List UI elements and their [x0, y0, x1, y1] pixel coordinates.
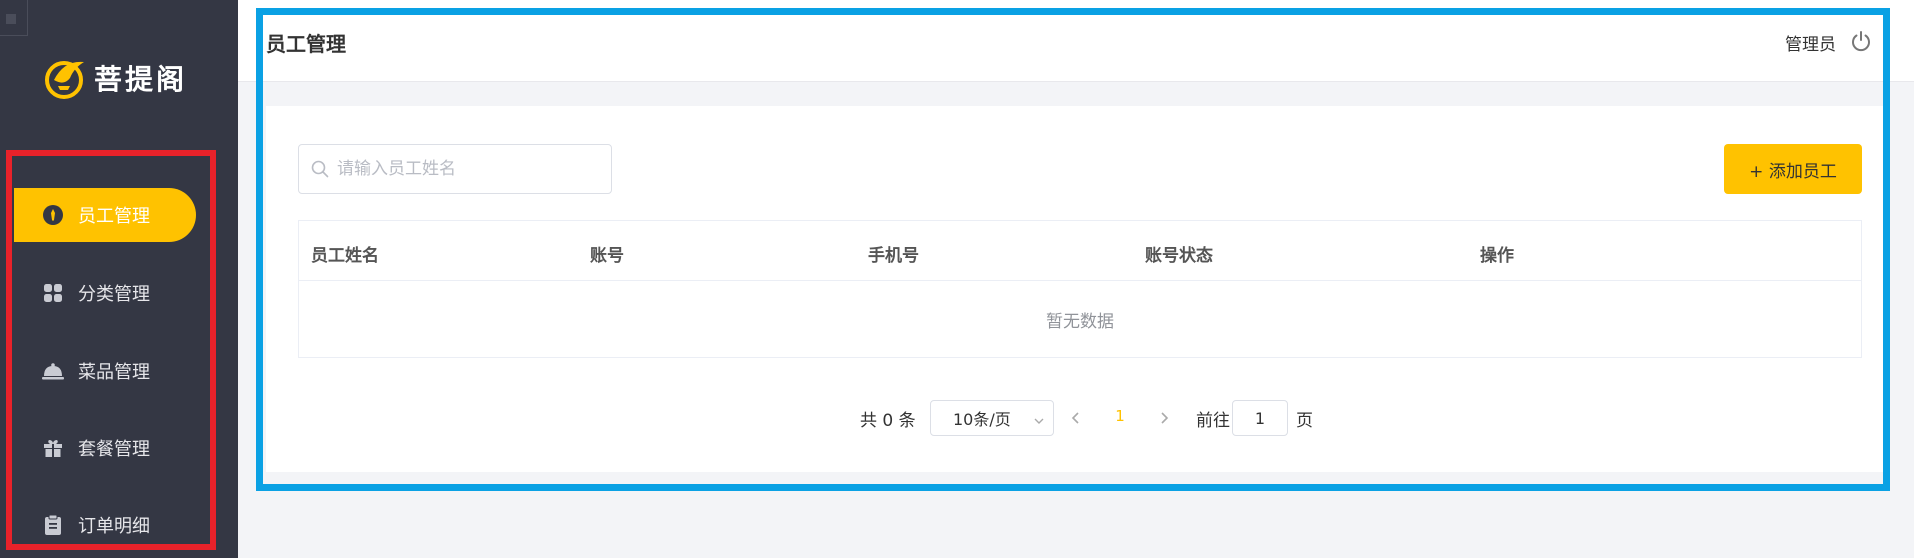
sidebar-item-dish[interactable]: 菜品管理: [14, 344, 196, 398]
goto-label: 前往: [1196, 411, 1230, 431]
main-area: 员工管理 管理员 + 添加员工 员工姓名 账号 手机号: [238, 0, 1914, 558]
content-card: + 添加员工 员工姓名 账号 手机号 账号状态 操作 暂无数据 共 0 条 10…: [266, 106, 1886, 472]
sidebar-item-label: 分类管理: [78, 284, 150, 305]
search-icon: [311, 160, 329, 178]
page-number-current[interactable]: 1: [1110, 407, 1130, 425]
sidebar-item-orders[interactable]: 订单明细: [14, 498, 196, 552]
next-page-button[interactable]: [1150, 404, 1178, 432]
logo: 菩提阁: [44, 56, 187, 100]
gift-icon: [42, 437, 64, 459]
page-title: 员工管理: [266, 32, 346, 56]
column-header-name: 员工姓名: [311, 246, 379, 266]
sidebar-item-label: 员工管理: [78, 206, 150, 227]
employee-table: 员工姓名 账号 手机号 账号状态 操作 暂无数据: [298, 220, 1862, 358]
sidebar-item-label: 菜品管理: [78, 362, 150, 383]
window-corner-box: [0, 0, 28, 36]
top-bar: 员工管理 管理员: [238, 0, 1914, 82]
prev-page-button[interactable]: [1062, 404, 1090, 432]
user-name: 管理员: [1785, 35, 1836, 55]
column-header-actions: 操作: [1480, 246, 1514, 266]
sidebar-item-label: 套餐管理: [78, 439, 150, 460]
power-icon[interactable]: [1850, 30, 1872, 52]
column-header-phone: 手机号: [868, 246, 919, 266]
pagination-total: 共 0 条: [860, 411, 916, 431]
goto-page-input[interactable]: [1232, 400, 1288, 436]
sidebar-item-combo[interactable]: 套餐管理: [14, 421, 196, 475]
chevron-down-icon: [1033, 412, 1045, 424]
sidebar-item-category[interactable]: 分类管理: [14, 266, 196, 320]
dish-cloche-icon: [42, 360, 64, 382]
grid-icon: [42, 282, 64, 304]
page-suffix-label: 页: [1296, 411, 1313, 431]
chevron-left-icon: [1071, 412, 1079, 424]
sidebar-item-employee[interactable]: 员工管理: [14, 188, 196, 242]
page-size-select[interactable]: 10条/页: [930, 400, 1054, 436]
column-header-account: 账号: [590, 246, 624, 266]
add-employee-button[interactable]: + 添加员工: [1724, 144, 1862, 194]
search-box[interactable]: [298, 144, 612, 194]
clipboard-icon: [42, 514, 64, 536]
logo-mark-icon: [44, 56, 88, 100]
pagination: 共 0 条 10条/页 1 前往 1 页: [266, 400, 1886, 436]
sidebar: 菩提阁 员工管理 分类管理 菜品管理 套餐管理 订单明细: [0, 0, 238, 558]
search-input[interactable]: [337, 159, 597, 179]
page-size-value: 10条/页: [953, 410, 1011, 429]
employee-icon: [42, 204, 64, 226]
logo-text: 菩提阁: [94, 63, 188, 96]
sidebar-item-label: 订单明细: [78, 516, 150, 537]
table-empty-text: 暂无数据: [1046, 311, 1114, 332]
column-header-status: 账号状态: [1145, 246, 1213, 266]
table-header: 员工姓名 账号 手机号 账号状态 操作: [299, 221, 1861, 281]
chevron-right-icon: [1161, 412, 1169, 424]
